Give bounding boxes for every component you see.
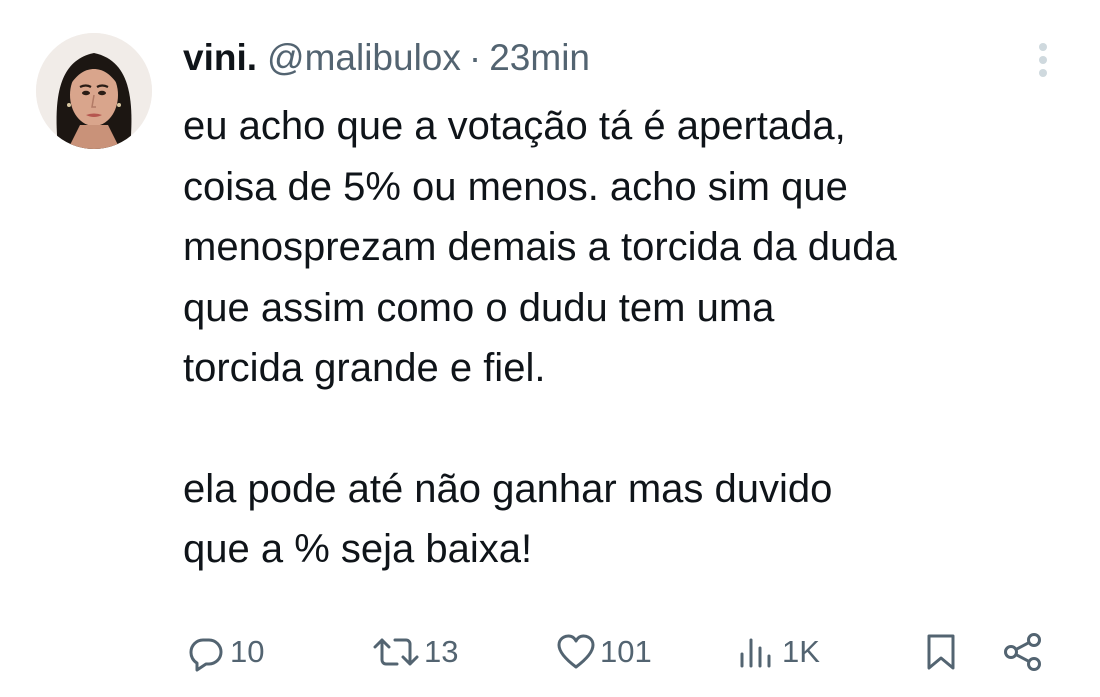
- share-button[interactable]: [1002, 622, 1044, 682]
- more-vertical-icon: [1039, 43, 1047, 77]
- share-icon: [1004, 633, 1041, 671]
- heart-icon: [557, 634, 595, 669]
- retweet-icon: [373, 638, 419, 666]
- views-count: 1K: [782, 634, 820, 669]
- user-handle[interactable]: @malibulox: [267, 30, 461, 86]
- reply-icon: [189, 638, 223, 672]
- like-button[interactable]: 101: [556, 622, 652, 682]
- tweet-line: que a % seja baixa!: [183, 527, 533, 571]
- tweet-timestamp[interactable]: 23min: [489, 30, 590, 86]
- tweet-line: que assim como o dudu tem uma: [183, 285, 775, 330]
- tweet-line: coisa de 5% ou menos. acho sim que: [183, 164, 848, 209]
- tweet-header: vini. @malibulox · 23min: [183, 30, 590, 86]
- retweet-button[interactable]: 13: [372, 622, 458, 682]
- bookmark-icon: [927, 634, 955, 670]
- tweet-line: menosprezam demais a torcida da duda: [183, 225, 897, 269]
- views-button[interactable]: 1K: [738, 622, 820, 682]
- action-bar: 10 13 101 1K: [0, 622, 1100, 682]
- bookmark-button[interactable]: [924, 622, 958, 682]
- like-count: 101: [600, 634, 652, 669]
- avatar[interactable]: [36, 33, 152, 149]
- tweet-line: eu acho que a votação tá é apertada,: [183, 104, 846, 148]
- reply-count: 10: [230, 634, 265, 669]
- views-icon: [740, 638, 771, 668]
- avatar-image: [36, 33, 152, 149]
- tweet[interactable]: vini. @malibulox · 23min eu acho que a v…: [0, 0, 1100, 697]
- retweet-count: 13: [424, 634, 459, 669]
- tweet-paragraph: eu acho que a votação tá é apertada, coi…: [183, 96, 1083, 399]
- reply-button[interactable]: 10: [186, 622, 264, 682]
- display-name[interactable]: vini.: [183, 30, 257, 86]
- header-separator: ·: [468, 37, 482, 78]
- more-options-button[interactable]: [1028, 40, 1058, 80]
- tweet-text: eu acho que a votação tá é apertada, coi…: [183, 96, 1083, 580]
- tweet-line: ela pode até não ganhar mas duvido: [183, 466, 833, 511]
- tweet-paragraph: ela pode até não ganhar mas duvido que a…: [183, 459, 1083, 580]
- tweet-line: torcida grande e fiel.: [183, 346, 546, 390]
